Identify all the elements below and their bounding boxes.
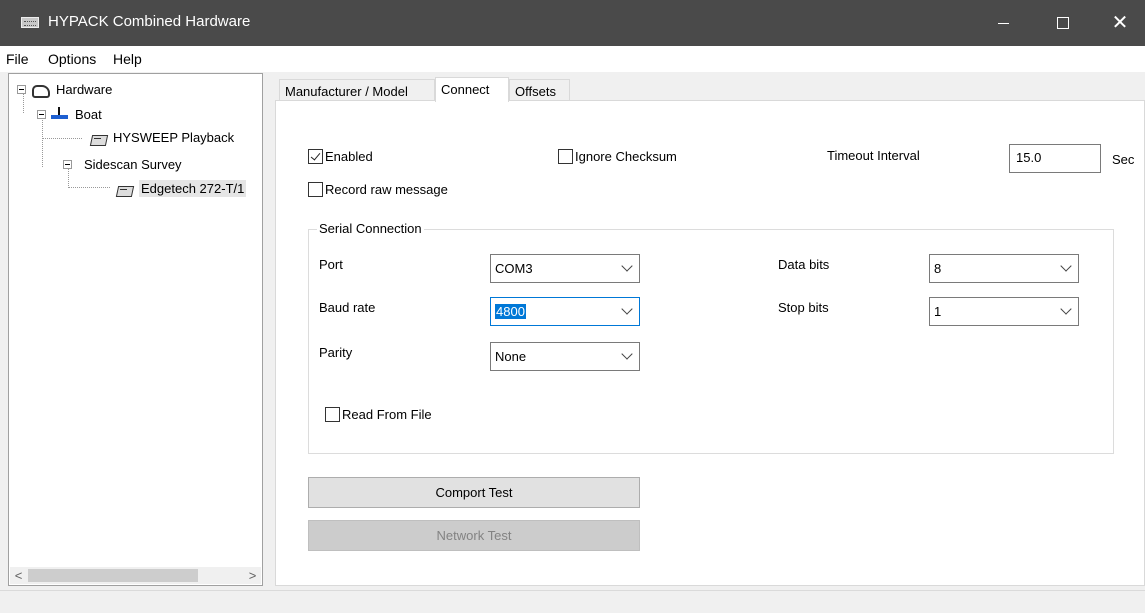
tree-label-hardware: Hardware [56,81,113,97]
status-bar [0,590,1145,613]
tree-node-hysweep-playback[interactable]: HYSWEEP Playback [89,130,234,145]
menu-file[interactable]: File [6,51,29,67]
data-bits-select[interactable]: 8 [929,254,1079,283]
tree-node-boat[interactable]: Boat [37,106,102,122]
stop-bits-value: 1 [934,304,942,319]
enabled-checkbox[interactable]: Enabled [308,149,373,164]
device-icon [89,131,107,145]
menu-bar: File Options Help [0,46,1145,72]
minimize-button[interactable] [980,0,1026,46]
close-icon: ✕ [1111,12,1129,34]
app-keyboard-icon [21,17,39,28]
record-raw-checkbox[interactable]: Record raw message [308,182,448,197]
serial-connection-title: Serial Connection [317,221,424,236]
baud-rate-value: 4800 [495,304,526,319]
menu-options[interactable]: Options [48,51,96,67]
parity-select[interactable]: None [490,342,640,371]
enabled-label: Enabled [325,149,373,164]
minimize-icon [997,22,1009,24]
ignore-checksum-checkbox[interactable]: Ignore Checksum [558,149,677,164]
tree-node-hardware[interactable]: Hardware [17,81,113,98]
timeout-unit-label: Sec [1112,152,1135,167]
baud-rate-select[interactable]: 4800 [490,297,640,326]
enabled-check-icon[interactable] [308,149,323,164]
tree-label-boat: Boat [75,106,102,122]
record-raw-box[interactable] [308,182,323,197]
maximize-icon [1057,17,1069,29]
port-value: COM3 [495,261,533,276]
device-icon [115,182,133,196]
chevron-down-icon [621,348,633,360]
read-from-file-label: Read From File [342,407,432,422]
port-label: Port [319,257,343,272]
collapse-icon[interactable] [17,84,26,94]
tree-label-edgetech: Edgetech 272-T/1 [139,180,247,197]
scroll-right-icon[interactable]: > [244,567,261,584]
maximize-button[interactable] [1040,0,1086,46]
timeout-interval-input[interactable]: 15.0 [1009,144,1101,173]
ignore-checksum-label: Ignore Checksum [575,149,677,164]
hardware-tree[interactable]: Hardware Boat HYSWEEP Playback Sidescan … [8,73,263,586]
chevron-down-icon [1060,260,1072,272]
close-button[interactable]: ✕ [1097,0,1143,46]
tree-node-edgetech[interactable]: Edgetech 272-T/1 [115,180,247,197]
tab-manufacturer-model[interactable]: Manufacturer / Model [279,79,435,102]
data-bits-value: 8 [934,261,942,276]
title-bar: HYPACK Combined Hardware ✕ [0,0,1145,46]
connect-panel: Enabled Ignore Checksum Timeout Interval… [275,100,1145,586]
tree-horizontal-scrollbar[interactable]: < > [10,567,261,584]
tree-node-sidescan-survey[interactable]: Sidescan Survey [63,157,182,172]
hardware-icon [30,81,52,98]
chevron-down-icon [1060,303,1072,315]
record-raw-label: Record raw message [325,182,448,197]
read-from-file-box[interactable] [325,407,340,422]
tree-label-hysweep: HYSWEEP Playback [113,130,235,145]
scroll-thumb[interactable] [28,569,198,582]
read-from-file-checkbox[interactable]: Read From File [325,407,432,422]
port-select[interactable]: COM3 [490,254,640,283]
tree-label-sidescan: Sidescan Survey [84,157,182,172]
tab-connect[interactable]: Connect [435,77,509,102]
timeout-interval-label: Timeout Interval [827,148,920,163]
stop-bits-select[interactable]: 1 [929,297,1079,326]
window-title: HYPACK Combined Hardware [48,13,251,30]
collapse-icon[interactable] [63,160,72,169]
collapse-icon[interactable] [37,109,46,119]
chevron-down-icon [621,260,633,272]
scroll-left-icon[interactable]: < [10,567,27,584]
parity-value: None [495,349,527,364]
serial-connection-group: Serial Connection Port COM3 Baud rate 48… [308,221,1114,454]
baud-rate-label: Baud rate [319,300,376,315]
stop-bits-label: Stop bits [778,300,829,315]
menu-help[interactable]: Help [113,51,142,67]
comport-test-button[interactable]: Comport Test [308,477,640,508]
data-bits-label: Data bits [778,257,830,272]
network-test-button: Network Test [308,520,640,551]
boat-icon [50,106,70,122]
chevron-down-icon [621,303,633,315]
ignore-checksum-box[interactable] [558,149,573,164]
tab-offsets[interactable]: Offsets [509,79,570,102]
parity-label: Parity [319,345,353,360]
